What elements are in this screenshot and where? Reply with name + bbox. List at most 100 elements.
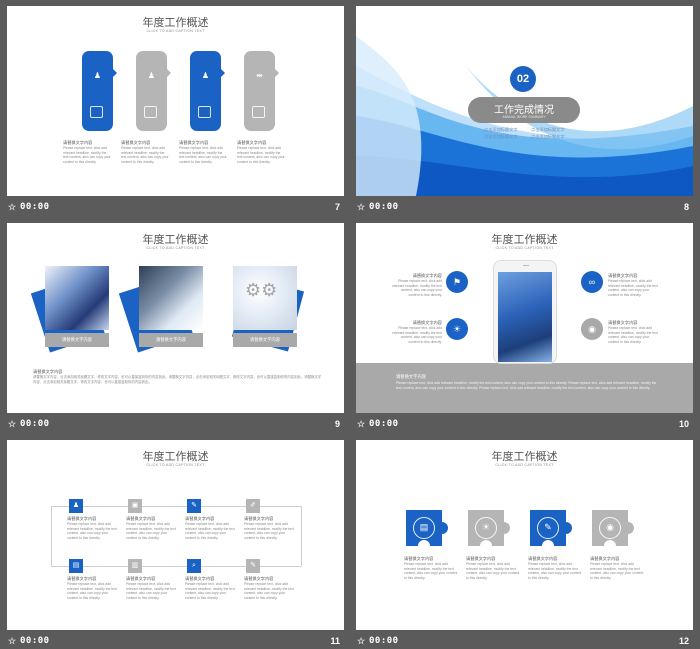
slide-number: 7 (334, 202, 340, 212)
tab-shape-4: ⇹ (244, 51, 279, 131)
lightbulb-icon: ☀ (446, 318, 468, 340)
text-block: 请替换文字内容 Please replace text, click add r… (121, 140, 169, 164)
slide-canvas: 年度工作概述 CLICK TO ADD CAPTION TEXT ▤ ☀ ✎ ◉… (356, 440, 693, 630)
text-block: 请替换文字内容 Please replace text, click add r… (404, 556, 458, 580)
slide-subtitle: CLICK TO ADD CAPTION TEXT (495, 463, 554, 467)
monitor-icon (198, 106, 211, 118)
band-heading: 请替换文字内容 (396, 374, 427, 379)
person-icon: ♟ (93, 71, 102, 80)
transition-icon: ☆ (8, 636, 17, 646)
section-title: 工作完成情况 (494, 105, 554, 116)
band-text: Please replace text, click add relevant … (396, 381, 657, 390)
transition-icon: ☆ (8, 202, 17, 212)
photo-caption: 请替换文字内容 (45, 333, 109, 347)
connector-line (51, 506, 52, 566)
slide-timing: 00:00 (20, 419, 50, 429)
photo-image: ⚙⚙ (233, 266, 297, 330)
body-text-block: 请替换文字内容 请替换文字内容，点击添加相关标题文字，修改文字内容，也可以直接复… (33, 369, 322, 384)
slide-thumbnail-12[interactable]: 年度工作概述 CLICK TO ADD CAPTION TEXT ▤ ☀ ✎ ◉… (356, 440, 693, 649)
slide-subtitle: CLICK TO ADD CAPTION TEXT (146, 29, 205, 33)
tab-shape-1: ♟ (82, 51, 117, 131)
slide-timing: 00:00 (20, 636, 50, 646)
text-block: 请替换文字内容 Please replace text, click add r… (244, 516, 294, 540)
connector-line (51, 506, 301, 507)
puzzle-piece-3: ✎ (530, 510, 572, 552)
document-icon (252, 106, 265, 118)
pen-icon: ✐ (246, 499, 260, 513)
slide-footer: ☆ 00:00 11 (7, 635, 344, 649)
text-block: 请替换文字内容 Please replace text, click add r… (126, 576, 176, 600)
printer-icon: ▥ (128, 559, 142, 573)
person-icon: ♟ (147, 71, 156, 80)
hand-icon (90, 106, 103, 118)
slide-canvas: 02 工作完成情况 ANNUAL WORK SUMMARY 点击添加标题文字 点… (356, 6, 693, 196)
slide-subtitle: CLICK TO ADD CAPTION TEXT (146, 463, 205, 467)
user-icon: ♟ (69, 499, 83, 513)
slide-timing: 00:00 (20, 202, 50, 212)
slide-title: 年度工作概述 (491, 233, 558, 246)
text-block: 请替换文字内容 Please replace text, click add r… (392, 273, 442, 297)
text-block: 请替换文字内容 Please replace text, click add r… (67, 516, 117, 540)
text-block: 请替换文字内容 Please replace text, click add r… (63, 140, 111, 164)
bullet-item: 点击添加标题文字 (531, 134, 565, 139)
lightbulb-icon: ☀ (475, 517, 497, 539)
puzzle-piece-2: ☀ (468, 510, 510, 552)
connector-line (51, 566, 301, 567)
slide-thumbnail-11[interactable]: 年度工作概述 CLICK TO ADD CAPTION TEXT ♟ ▣ ✎ ✐… (7, 440, 344, 649)
slide-number: 12 (678, 636, 689, 646)
text-block: 请替换文字内容 Please replace text, click add r… (185, 576, 235, 600)
section-subtitle: ANNUAL WORK SUMMARY (502, 115, 546, 119)
handshake-icon: ⇹ (256, 71, 263, 80)
text-block: 请替换文字内容 Please replace text, click add r… (608, 320, 658, 344)
slide-canvas: 年度工作概述 CLICK TO ADD CAPTION TEXT ♟ ▣ ✎ ✐… (7, 440, 344, 630)
gray-band: 请替换文字内容 Please replace text, click add r… (356, 363, 693, 413)
briefcase-icon: ▤ (69, 559, 83, 573)
section-title-pill: 工作完成情况 ANNUAL WORK SUMMARY (468, 97, 580, 123)
slide-timing: 00:00 (369, 202, 399, 212)
lock-icon: ▣ (128, 499, 142, 513)
transition-icon: ☆ (357, 419, 366, 429)
text-block: 请替换文字内容 Please replace text, click add r… (392, 320, 442, 344)
phone-screen-image (498, 272, 552, 362)
gears-icon: ⚙⚙ (245, 280, 278, 300)
bullet-item: 点击添加标题文字 (484, 127, 518, 132)
briefcase-icon: ▤ (413, 517, 435, 539)
photo-caption: 请替换文字内容 (233, 333, 297, 347)
bullet-item: 点击添加标题文字 (484, 134, 518, 139)
text-block: 请替换文字内容 Please replace text, click add r… (590, 556, 644, 580)
slide-canvas: 年度工作概述 CLICK TO ADD CAPTION TEXT 请替换文字内容… (356, 223, 693, 413)
slide-footer: ☆ 00:00 12 (356, 635, 693, 649)
slide-number: 9 (334, 419, 340, 429)
eye-icon: ◉ (599, 517, 621, 539)
tab-shape-2: ♟ (136, 51, 171, 131)
slide-subtitle: CLICK TO ADD CAPTION TEXT (146, 246, 205, 250)
transition-icon: ☆ (8, 419, 17, 429)
slide-thumbnail-8[interactable]: 02 工作完成情况 ANNUAL WORK SUMMARY 点击添加标题文字 点… (356, 6, 693, 217)
text-block: 请替换文字内容 Please replace text, click add r… (528, 556, 582, 580)
slide-timing: 00:00 (369, 636, 399, 646)
transition-icon: ☆ (357, 636, 366, 646)
photo-image (139, 266, 203, 330)
text-block: 请替换文字内容 Please replace text, click add r… (237, 140, 285, 164)
photo-image (45, 266, 109, 330)
pen-icon: ✎ (537, 517, 559, 539)
slide-footer: ☆ 00:00 7 (7, 201, 344, 215)
slide-title: 年度工作概述 (142, 16, 209, 29)
text-block: 请替换文字内容 Please replace text, click add r… (179, 140, 227, 164)
slide-thumbnail-9[interactable]: 年度工作概述 CLICK TO ADD CAPTION TEXT 请替换文字内容… (7, 223, 344, 434)
slide-footer: ☆ 00:00 8 (356, 201, 693, 215)
phone-mockup (493, 260, 557, 364)
slide-thumbnail-7[interactable]: 年度工作概述 CLICK TO ADD CAPTION TEXT ♟ ♟ ♟ ⇹… (7, 6, 344, 217)
slide-thumbnail-10[interactable]: 年度工作概述 CLICK TO ADD CAPTION TEXT 请替换文字内容… (356, 223, 693, 434)
slide-title: 年度工作概述 (142, 233, 209, 246)
flag-icon: ⚑ (446, 271, 468, 293)
photo-caption: 请替换文字内容 (139, 333, 203, 347)
transition-icon: ☆ (357, 202, 366, 212)
slide-title: 年度工作概述 (142, 450, 209, 463)
text-block: 请替换文字内容 Please replace text, click add r… (608, 273, 658, 297)
slide-title: 年度工作概述 (491, 450, 558, 463)
section-badge: 02 (510, 66, 536, 92)
slide-subtitle: CLICK TO ADD CAPTION TEXT (495, 246, 554, 250)
slide-number: 10 (678, 419, 689, 429)
tab-shape-3: ♟ (190, 51, 225, 131)
